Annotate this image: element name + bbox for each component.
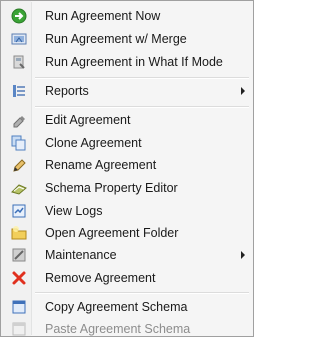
menu-item-run-agreement-now[interactable]: Run Agreement Now bbox=[3, 5, 251, 27]
menu-separator-highlight bbox=[35, 293, 249, 294]
submenu-arrow-icon bbox=[241, 87, 245, 95]
reports-icon bbox=[11, 83, 27, 99]
clone-icon bbox=[11, 135, 27, 151]
copy-icon bbox=[11, 299, 27, 315]
menu-item-maintenance[interactable]: Maintenance bbox=[3, 244, 251, 266]
menu-item-view-logs[interactable]: View Logs bbox=[3, 200, 251, 222]
menu-item-label: Reports bbox=[45, 84, 89, 98]
menu-item-schema-property-editor[interactable]: Schema Property Editor bbox=[3, 177, 251, 199]
pencil-icon bbox=[11, 157, 27, 173]
maintenance-icon bbox=[11, 247, 27, 263]
merge-icon bbox=[11, 31, 27, 47]
menu-item-paste-agreement-schema: Paste Agreement Schema bbox=[3, 318, 251, 340]
menu-item-copy-agreement-schema[interactable]: Copy Agreement Schema bbox=[3, 296, 251, 318]
menu-separator-highlight bbox=[35, 107, 249, 108]
menu-item-label: Schema Property Editor bbox=[45, 181, 178, 195]
context-menu: Run Agreement Now Run Agreement w/ Merge… bbox=[0, 0, 254, 337]
menu-item-label: Run Agreement Now bbox=[45, 9, 161, 23]
menu-item-open-agreement-folder[interactable]: Open Agreement Folder bbox=[3, 222, 251, 244]
menu-separator-highlight bbox=[35, 78, 249, 79]
logs-icon bbox=[11, 203, 27, 219]
menu-item-rename-agreement[interactable]: Rename Agreement bbox=[3, 154, 251, 176]
schema-icon bbox=[11, 180, 27, 196]
menu-item-run-agreement-whatif[interactable]: Run Agreement in What If Mode bbox=[3, 51, 251, 73]
menu-item-label: Clone Agreement bbox=[45, 136, 142, 150]
menu-item-label: Run Agreement in What If Mode bbox=[45, 55, 223, 69]
menu-item-label: Copy Agreement Schema bbox=[45, 300, 188, 314]
paste-icon bbox=[11, 321, 27, 337]
folder-icon bbox=[11, 225, 27, 241]
menu-item-label: Edit Agreement bbox=[45, 113, 131, 127]
menu-item-reports[interactable]: Reports bbox=[3, 80, 251, 102]
menu-item-clone-agreement[interactable]: Clone Agreement bbox=[3, 132, 251, 154]
menu-item-label: Run Agreement w/ Merge bbox=[45, 32, 187, 46]
menu-item-label: Remove Agreement bbox=[45, 271, 156, 285]
remove-x-icon bbox=[11, 270, 27, 286]
menu-item-label: Rename Agreement bbox=[45, 158, 157, 172]
menu-item-label: Paste Agreement Schema bbox=[45, 322, 191, 336]
edit-icon bbox=[11, 112, 27, 128]
menu-item-label: Open Agreement Folder bbox=[45, 226, 179, 240]
menu-item-edit-agreement[interactable]: Edit Agreement bbox=[3, 109, 251, 131]
run-green-icon bbox=[11, 8, 27, 24]
whatif-icon bbox=[11, 54, 27, 70]
menu-item-run-agreement-merge[interactable]: Run Agreement w/ Merge bbox=[3, 28, 251, 50]
menu-item-remove-agreement[interactable]: Remove Agreement bbox=[3, 267, 251, 289]
submenu-arrow-icon bbox=[241, 251, 245, 259]
menu-item-label: View Logs bbox=[45, 204, 103, 218]
menu-item-label: Maintenance bbox=[45, 248, 117, 262]
